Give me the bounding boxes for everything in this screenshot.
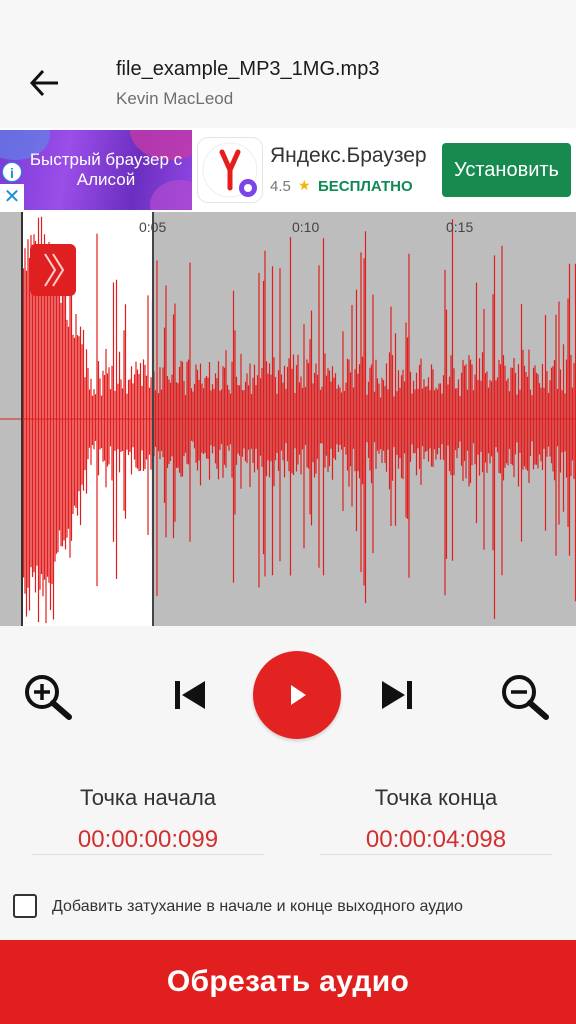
ad-price: БЕСПЛАТНО — [318, 178, 413, 195]
arrow-left-icon — [29, 69, 58, 97]
skip-next-icon — [382, 681, 412, 709]
ad-app-name: Яндекс.Браузер — [270, 144, 427, 167]
waveform-path — [21, 216, 576, 624]
ad-banner[interactable]: Быстрый браузер с Алисой i ✕ Яндекс.Брау… — [0, 128, 576, 212]
app-header: file_example_MP3_1MG.mp3 Kevin MacLeod — [0, 0, 576, 128]
waveform[interactable] — [0, 212, 576, 626]
cut-audio-button[interactable]: Обрезать аудио — [0, 940, 576, 1024]
end-point-value[interactable]: 00:00:04:098 — [320, 826, 552, 854]
artist-name: Kevin MacLeod — [116, 89, 234, 108]
skip-next-button[interactable] — [377, 676, 417, 719]
close-icon[interactable]: ✕ — [0, 184, 24, 210]
zoom-out-icon — [502, 675, 549, 720]
ad-image[interactable]: Быстрый браузер с Алисой — [0, 130, 192, 210]
yandex-browser-logo[interactable] — [198, 138, 262, 202]
start-marker-line[interactable] — [21, 212, 23, 626]
zoom-out-button[interactable] — [499, 672, 555, 727]
end-marker-line[interactable] — [152, 212, 154, 626]
time-label-10s: 0:10 — [292, 219, 320, 235]
play-button[interactable] — [253, 651, 341, 739]
ad-image-text: Быстрый браузер с Алисой — [29, 150, 183, 189]
start-handle[interactable] — [30, 244, 76, 296]
waveform-area[interactable]: 0:05 0:10 0:15 — [0, 212, 576, 626]
ad-rating: 4.5 — [270, 178, 291, 195]
zoom-in-icon — [25, 675, 72, 720]
back-button[interactable] — [26, 66, 64, 100]
time-label-5s: 0:05 — [139, 219, 167, 235]
skip-previous-icon — [175, 681, 205, 709]
start-point-underline — [32, 854, 264, 855]
end-point-underline — [320, 854, 552, 855]
skip-previous-button[interactable] — [170, 676, 210, 719]
chevron-right-icon — [44, 253, 65, 287]
start-point-value[interactable]: 00:00:00:099 — [32, 826, 264, 854]
file-title: file_example_MP3_1MG.mp3 — [116, 58, 380, 80]
fade-checkbox[interactable] — [13, 894, 37, 918]
end-point-label: Точка конца — [374, 785, 498, 810]
start-point-label: Точка начала — [79, 785, 217, 810]
zoom-in-button[interactable] — [22, 672, 78, 727]
time-label-15s: 0:15 — [446, 219, 474, 235]
fade-checkbox-label[interactable]: Добавить затухание в начале и конце выхо… — [52, 898, 463, 916]
info-icon[interactable]: i — [2, 162, 22, 182]
star-icon: ★ — [298, 177, 311, 193]
play-icon — [291, 685, 306, 705]
install-button[interactable]: Установить — [442, 143, 571, 197]
